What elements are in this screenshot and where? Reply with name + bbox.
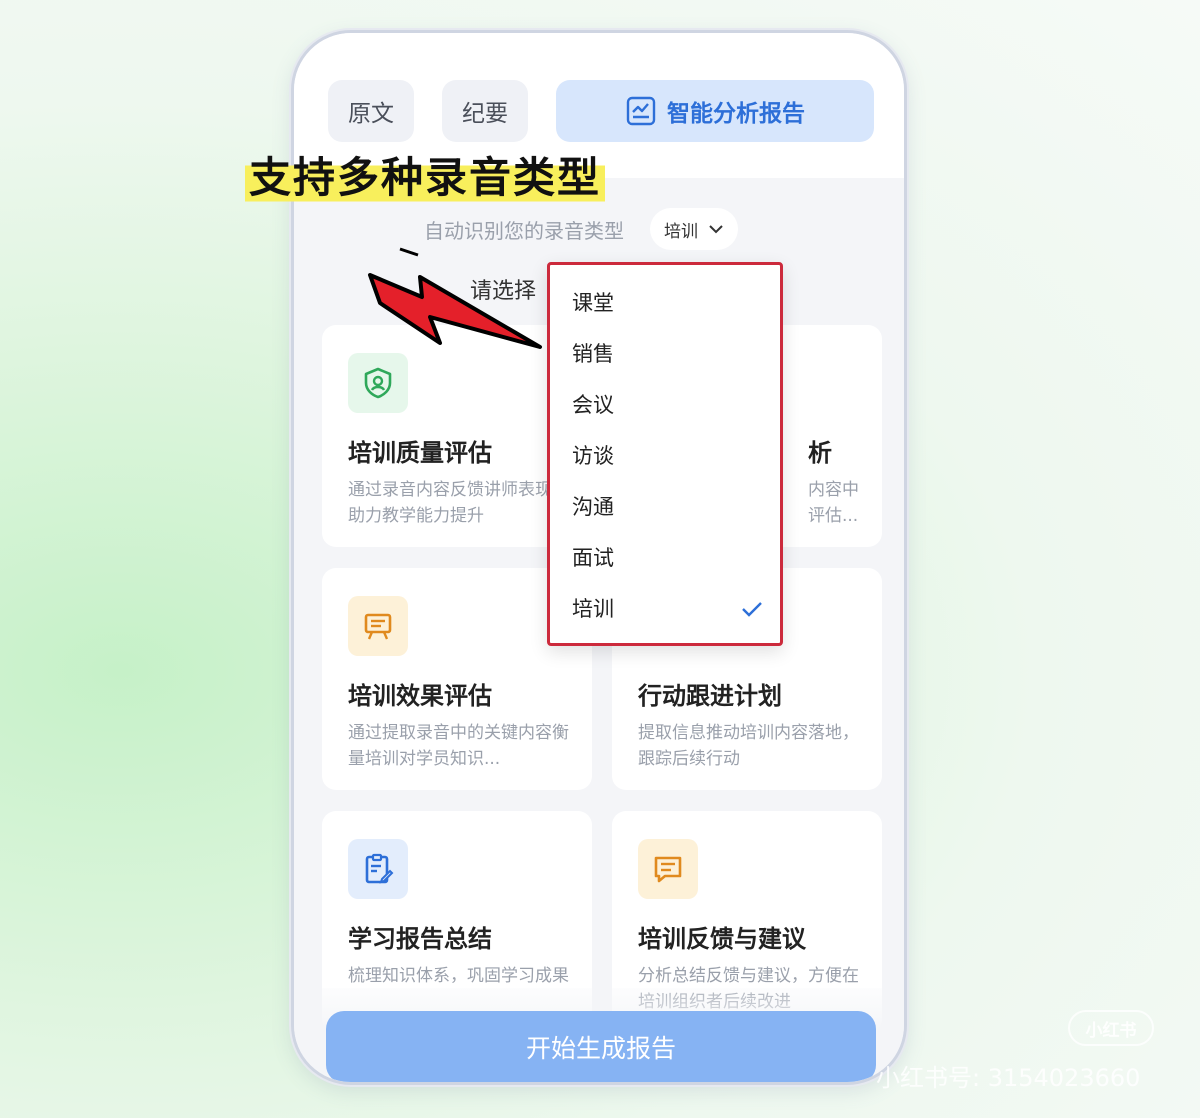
report-chart-icon bbox=[626, 96, 656, 126]
card-title: 培训效果评估 bbox=[348, 682, 492, 710]
card-title: 培训质量评估 bbox=[348, 439, 492, 467]
type-dropdown-menu: 课堂 销售 会议 访谈 沟通 面试 培训 bbox=[547, 262, 783, 646]
dropdown-item-job-interview[interactable]: 面试 bbox=[572, 542, 614, 572]
message-list-icon bbox=[638, 839, 698, 899]
dropdown-item-communication[interactable]: 沟通 bbox=[572, 491, 614, 521]
card-title: 培训反馈与建议 bbox=[638, 925, 806, 953]
card-title: 学习报告总结 bbox=[348, 925, 492, 953]
watermark-text: 小红书号: 3154023660 bbox=[876, 1064, 1141, 1092]
presentation-board-icon bbox=[348, 596, 408, 656]
card-desc: 通过录音内容反馈讲师表现，助力教学能力提升 bbox=[348, 480, 569, 526]
dropdown-item-meeting[interactable]: 会议 bbox=[572, 389, 614, 419]
dropdown-item-interview[interactable]: 访谈 bbox=[572, 440, 614, 470]
type-select-value: 培训 bbox=[664, 221, 698, 242]
check-icon bbox=[742, 602, 762, 617]
chevron-down-icon bbox=[709, 225, 723, 234]
card-desc: 通过提取录音中的关键内容衡量培训对学员知识... bbox=[348, 723, 569, 769]
type-select[interactable]: 培训 bbox=[650, 208, 738, 250]
watermark-badge: 小红书 bbox=[1068, 1010, 1154, 1046]
card-title: 析 bbox=[808, 439, 832, 467]
clipboard-edit-icon bbox=[348, 839, 408, 899]
card-desc: 提取信息推动培训内容落地，跟踪后续行动 bbox=[638, 723, 859, 769]
red-arrow-icon bbox=[368, 247, 542, 349]
dropdown-item-sales[interactable]: 销售 bbox=[572, 338, 614, 368]
headline-annotation: 支持多种录音类型 bbox=[245, 150, 606, 206]
dropdown-item-classroom[interactable]: 课堂 bbox=[572, 287, 614, 317]
dropdown-item-training[interactable]: 培训 bbox=[572, 593, 614, 623]
card-desc: 梳理知识体系，巩固学习成果 bbox=[348, 966, 569, 986]
tab-report[interactable]: 智能分析报告 bbox=[556, 80, 874, 142]
start-report-button[interactable]: 开始生成报告 bbox=[326, 1011, 876, 1082]
tab-summary[interactable]: 纪要 bbox=[442, 80, 528, 142]
card-desc: 内容中评估... bbox=[808, 480, 859, 526]
card-title: 行动跟进计划 bbox=[638, 682, 782, 710]
tab-original[interactable]: 原文 bbox=[328, 80, 414, 142]
